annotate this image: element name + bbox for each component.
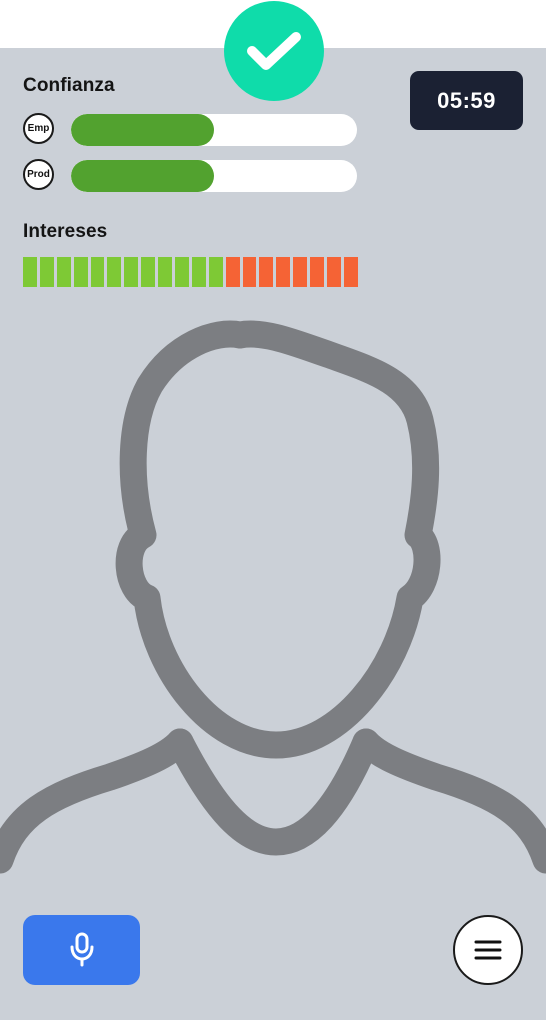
person-silhouette-icon — [0, 320, 546, 874]
interest-segment-empty — [327, 257, 341, 287]
microphone-icon — [70, 932, 93, 967]
interest-segment-filled — [23, 257, 37, 287]
metric-row-prod: Prod — [23, 159, 363, 193]
interest-segment-empty — [293, 257, 308, 287]
interest-segment-filled — [158, 257, 173, 287]
interest-segment-filled — [107, 257, 122, 287]
metric-badge-emp: Emp — [23, 113, 54, 144]
confianza-title: Confianza — [23, 75, 115, 96]
call-screen: Confianza Emp Prod Intereses 05:59 — [0, 0, 546, 1020]
interest-segment-empty — [225, 257, 240, 287]
interest-segment-bar — [23, 257, 358, 287]
interest-segment-filled — [191, 257, 206, 287]
interest-segment-empty — [276, 257, 291, 287]
call-timer: 05:59 — [410, 71, 523, 130]
interest-segment-empty — [343, 257, 358, 287]
microphone-button[interactable] — [23, 915, 140, 985]
hamburger-menu-icon — [474, 940, 502, 960]
interest-segment-filled — [90, 257, 105, 287]
progress-fill-prod — [71, 160, 214, 192]
progress-track-prod — [71, 160, 357, 192]
metric-badge-prod: Prod — [23, 159, 54, 190]
check-icon — [247, 32, 301, 70]
intereses-title: Intereses — [23, 221, 108, 242]
interest-segment-filled — [175, 257, 189, 287]
interest-segment-empty — [310, 257, 325, 287]
interest-segment-filled — [124, 257, 139, 287]
interest-segment-filled — [141, 257, 156, 287]
interest-segment-empty — [242, 257, 257, 287]
menu-button[interactable] — [453, 915, 523, 985]
interest-segment-filled — [56, 257, 71, 287]
interest-segment-empty — [259, 257, 274, 287]
status-check-badge — [224, 1, 324, 101]
progress-track-emp — [71, 114, 357, 146]
interest-segment-filled — [73, 257, 88, 287]
progress-fill-emp — [71, 114, 214, 146]
metric-row-emp: Emp — [23, 113, 363, 147]
interest-segment-filled — [39, 257, 54, 287]
interest-segment-filled — [208, 257, 223, 287]
